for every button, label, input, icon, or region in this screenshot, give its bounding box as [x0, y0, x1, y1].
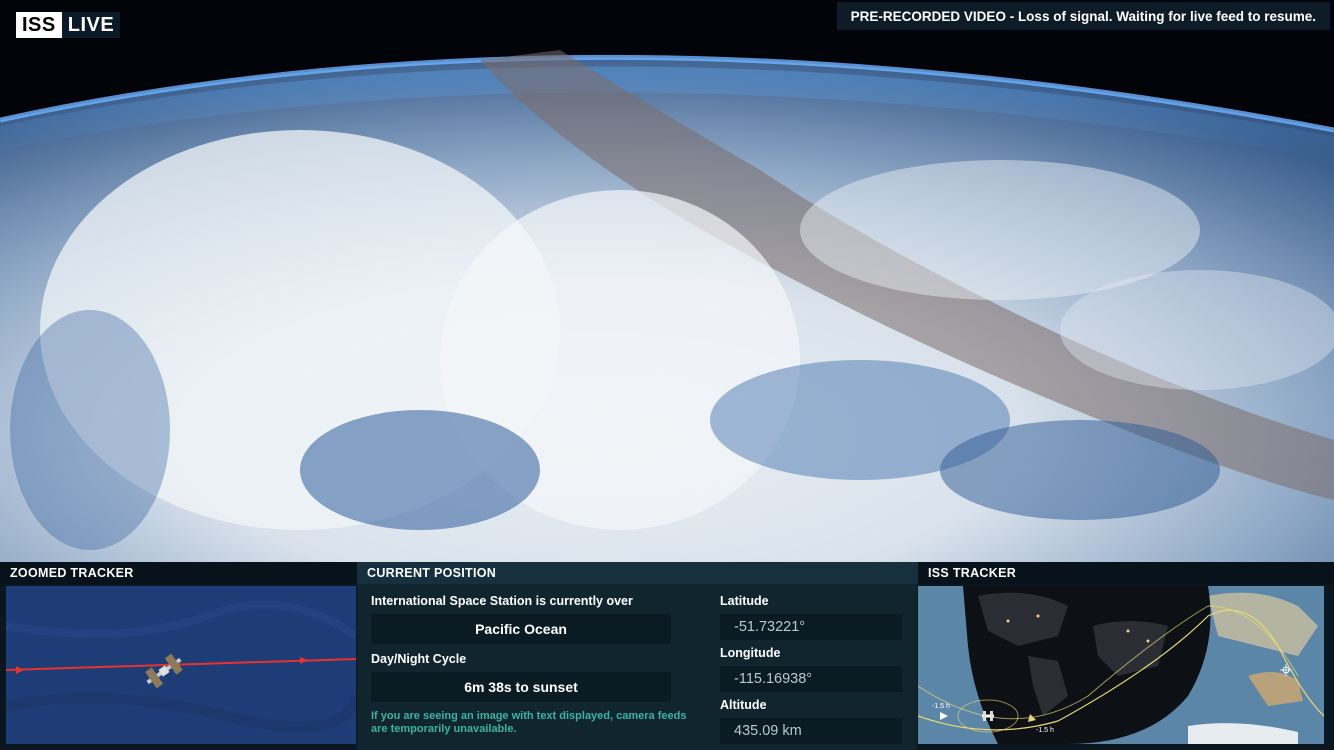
logo-iss: ISS	[16, 12, 62, 38]
altitude-value: 435.09 km	[720, 718, 902, 744]
zoomed-tracker-map[interactable]	[6, 586, 356, 744]
cycle-value: 6m 38s to sunset	[371, 672, 671, 702]
over-label: International Space Station is currently…	[371, 594, 633, 608]
status-banner: PRE-RECORDED VIDEO - Loss of signal. Wai…	[836, 2, 1330, 30]
latitude-label: Latitude	[720, 594, 769, 608]
iss-live-logo: ISS LIVE	[16, 12, 121, 38]
longitude-value: -115.16938°	[720, 666, 902, 692]
iss-tracker-map[interactable]: -1.5 h -1.5 h	[918, 586, 1324, 744]
marker-right: -1.5 h	[1036, 727, 1054, 734]
current-position-panel: International Space Station is currently…	[357, 584, 917, 750]
longitude-label: Longitude	[720, 646, 781, 660]
camera-feed: ISS LIVE PRE-RECORDED VIDEO - Loss of si…	[0, 0, 1334, 562]
zoomed-tracker-header: ZOOMED TRACKER	[0, 562, 357, 584]
cycle-label: Day/Night Cycle	[371, 652, 467, 666]
altitude-label: Altitude	[720, 698, 767, 712]
earth-view-image	[0, 0, 1334, 562]
camera-note: If you are seeing an image with text dis…	[371, 710, 687, 735]
latitude-value: -51.73221°	[720, 614, 902, 640]
current-position-header: CURRENT POSITION	[357, 562, 918, 584]
marker-left: -1.5 h	[932, 703, 950, 710]
dashboard: ZOOMED TRACKER CURRENT POSITION ISS TRAC…	[0, 562, 1334, 750]
iss-tracker-header: ISS TRACKER	[918, 562, 1334, 584]
logo-live: LIVE	[61, 12, 121, 38]
over-value: Pacific Ocean	[371, 614, 671, 644]
